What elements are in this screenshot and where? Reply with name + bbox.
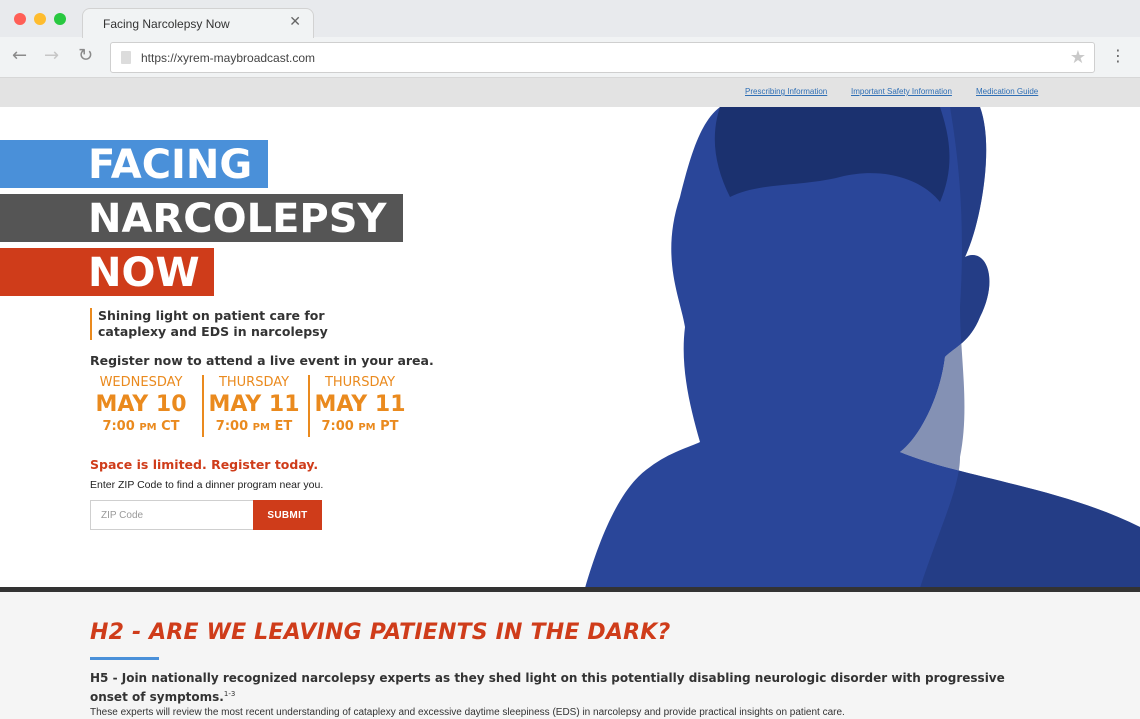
intro-section: H2 - ARE WE LEAVING PATIENTS IN THE DARK… [0,592,1140,719]
title-line-now: NOW [88,250,200,296]
tab-title: Facing Narcolepsy Now [103,17,230,31]
event-date: MAY 11 [208,392,300,417]
address-bar[interactable]: https://xyrem-maybroadcast.com ★ [110,42,1095,73]
browser-chrome: Facing Narcolepsy Now ✕ ← → ↻ https://xy… [0,0,1140,78]
medication-guide-link[interactable]: Medication Guide [976,87,1038,96]
title-block-facing: FACING [0,140,268,188]
maximize-window-button[interactable] [54,13,66,25]
reload-icon[interactable]: ↻ [78,46,93,66]
forward-arrow-icon[interactable]: → [44,46,59,66]
event-dates: WEDNESDAY MAY 10 7:00 PM CT THURSDAY MAY… [90,375,410,441]
bookmark-star-icon[interactable]: ★ [1070,47,1086,68]
url-text[interactable]: https://xyrem-maybroadcast.com [141,51,315,65]
utility-bar: Prescribing Information Important Safety… [0,78,1140,107]
title-block-now: NOW [0,248,214,296]
tab-close-icon[interactable]: ✕ [289,14,301,30]
event-day: THURSDAY [324,375,396,390]
heading-underline [90,657,159,660]
zip-prompt: Enter ZIP Code to find a dinner program … [90,479,324,491]
event-day: WEDNESDAY [99,375,183,390]
register-text: Register now to attend a live event in y… [90,353,434,368]
section-heading: H2 - ARE WE LEAVING PATIENTS IN THE DARK… [90,620,671,645]
event-day: THURSDAY [218,375,290,390]
event-ct: WEDNESDAY MAY 10 7:00 PM CT [90,375,192,437]
title-line-facing: FACING [88,142,253,188]
section-body: These experts will review the most recen… [90,707,845,718]
important-safety-information-link[interactable]: Important Safety Information [851,87,952,96]
event-time: 7:00 PM PT [321,419,399,434]
close-window-button[interactable] [14,13,26,25]
limited-space-text: Space is limited. Register today. [90,457,319,472]
hero-section: FACING NARCOLEPSY NOW Shining light on p… [0,107,1140,588]
prescribing-information-link[interactable]: Prescribing Information [745,87,827,96]
event-et: THURSDAY MAY 11 7:00 PM ET [202,375,304,437]
hero-tagline: Shining light on patient care for catapl… [90,308,370,340]
event-pt: THURSDAY MAY 11 7:00 PM PT [308,375,410,437]
event-date: MAY 11 [314,392,406,417]
title-line-narcolepsy: NARCOLEPSY [88,196,387,242]
browser-menu-icon[interactable]: ⋮ [1110,46,1126,66]
event-time: 7:00 PM ET [215,419,293,434]
minimize-window-button[interactable] [34,13,46,25]
page-icon [121,51,131,64]
zip-code-input[interactable] [90,500,254,530]
tab-bar: Facing Narcolepsy Now ✕ [0,0,1140,38]
citation: 1-3 [223,690,236,698]
tab-facing-narcolepsy[interactable]: Facing Narcolepsy Now ✕ [82,8,314,38]
submit-button[interactable]: SUBMIT [253,500,322,530]
section-subheading: H5 - Join nationally recognized narcolep… [90,671,1005,704]
title-block-narcolepsy: NARCOLEPSY [0,194,403,242]
back-arrow-icon[interactable]: ← [12,46,27,66]
event-time: 7:00 PM CT [102,419,180,434]
event-date: MAY 10 [95,392,187,417]
man-portrait-image [585,107,1140,588]
